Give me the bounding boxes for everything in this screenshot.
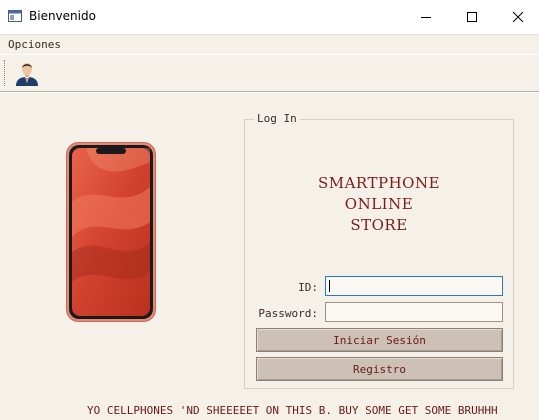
minimize-icon (421, 17, 431, 18)
id-label: ID: (298, 281, 318, 294)
password-label: Password: (258, 307, 318, 320)
title-bar: Bienvenido (0, 0, 539, 35)
footer-marquee-text: YO CELLPHONES 'ND SHEEEEET ON THIS B. BU… (87, 404, 498, 417)
register-button[interactable]: Registro (256, 357, 503, 381)
close-icon (512, 11, 524, 23)
close-button[interactable] (495, 0, 539, 34)
toolbar (0, 54, 539, 92)
id-input[interactable] (325, 276, 503, 296)
user-avatar-icon[interactable] (14, 60, 40, 86)
login-button[interactable]: Iniciar Sesión (256, 328, 503, 352)
password-input[interactable] (325, 302, 503, 322)
window-title: Bienvenido (29, 9, 96, 23)
login-group-title: Log In (254, 112, 300, 125)
smartphone-image (66, 142, 156, 322)
app-icon (8, 10, 22, 22)
maximize-button[interactable] (449, 0, 495, 34)
minimize-button[interactable] (403, 0, 449, 34)
text-caret (329, 280, 330, 292)
store-title-line-3: STORE (350, 216, 408, 234)
store-title-line-2: ONLINE (344, 195, 414, 213)
toolbar-grip[interactable] (4, 60, 7, 86)
maximize-icon (467, 12, 477, 22)
store-title-line-1: SMARTPHONE (317, 174, 441, 192)
menu-opciones[interactable]: Opciones (8, 38, 61, 51)
menu-bar: Opciones (0, 35, 539, 54)
